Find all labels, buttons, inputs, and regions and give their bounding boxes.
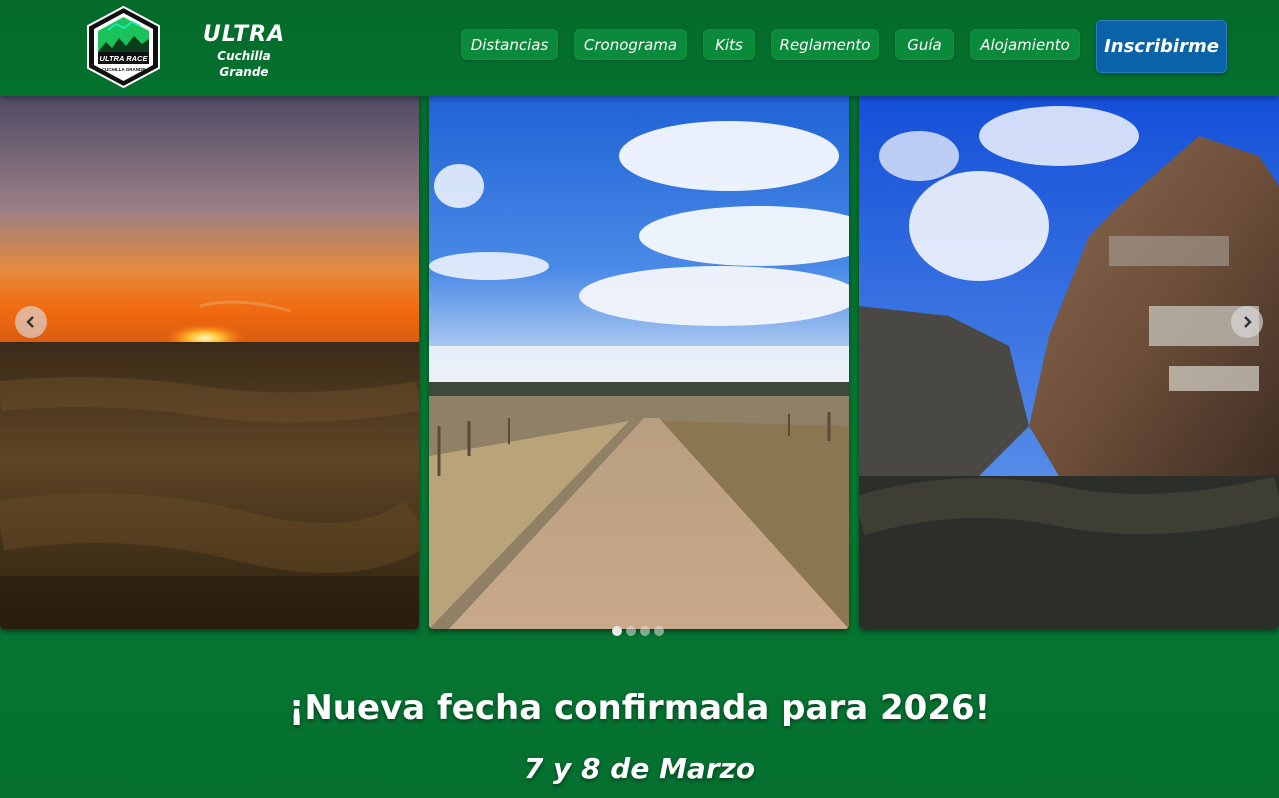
carousel-next-chevron-right-icon[interactable] <box>1231 306 1263 338</box>
carousel-dot-1[interactable] <box>612 626 622 636</box>
nav-alojamiento-button[interactable]: Alojamiento <box>970 29 1080 60</box>
carousel-dot-3[interactable] <box>640 626 650 636</box>
hero-headline: ¡Nueva fecha confirmada para 2026! <box>288 688 991 728</box>
brand-title: ULTRA <box>202 22 286 47</box>
svg-text:ULTRA RACE: ULTRA RACE <box>100 54 149 63</box>
nav-guia-button[interactable]: Guía <box>895 29 954 60</box>
slide-sunset-image <box>0 96 419 629</box>
nav-distancias-button[interactable]: Distancias <box>461 29 558 60</box>
register-button[interactable]: Inscribirme <box>1096 20 1227 73</box>
nav-kits-button[interactable]: Kits <box>703 29 755 60</box>
site-header: ULTRA RACE CUCHILLA GRANDE ULTRA Cuchill… <box>0 0 1279 96</box>
carousel-dot-2[interactable] <box>626 626 636 636</box>
brand-subtitle: Cuchilla Grande <box>217 49 271 79</box>
svg-text:CUCHILLA GRANDE: CUCHILLA GRANDE <box>102 67 146 72</box>
nav-reglamento-button[interactable]: Reglamento <box>771 29 879 60</box>
hero-date: 7 y 8 de Marzo <box>523 752 756 785</box>
carousel-dots <box>612 626 664 636</box>
brand-wordmark[interactable]: ULTRA Cuchilla Grande <box>196 22 292 80</box>
carousel-prev-chevron-left-icon[interactable] <box>15 306 47 338</box>
photo-carousel[interactable] <box>0 96 1279 636</box>
ultra-race-logo-icon[interactable]: ULTRA RACE CUCHILLA GRANDE <box>86 5 161 89</box>
nav-cronograma-button[interactable]: Cronograma <box>574 29 687 60</box>
carousel-dot-4[interactable] <box>654 626 664 636</box>
slide-road-image <box>429 96 849 629</box>
slide-rocks-image <box>859 96 1279 629</box>
